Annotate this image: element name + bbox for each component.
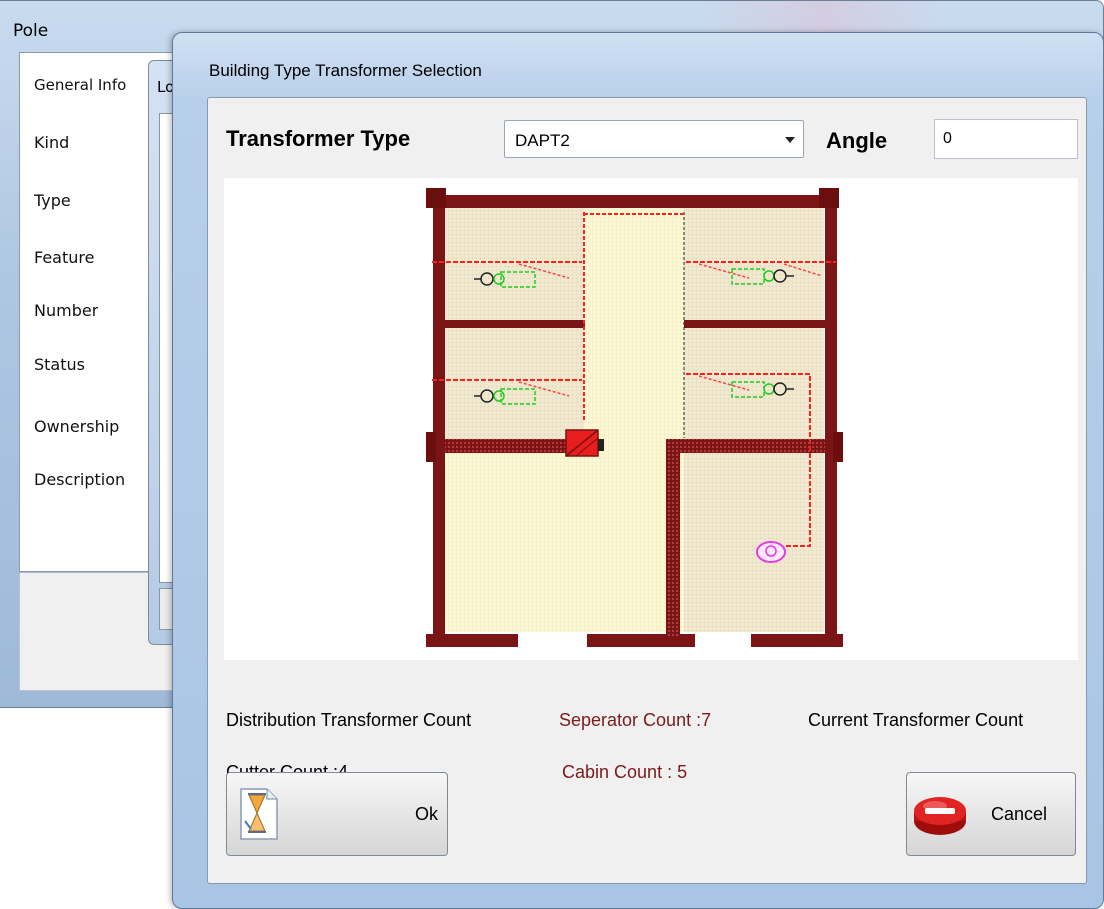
chevron-down-icon[interactable] bbox=[785, 137, 795, 143]
seperator-count: Seperator Count :7 bbox=[559, 710, 712, 730]
floor-plan-preview bbox=[224, 178, 1078, 660]
dialog-client-area: Transformer Type DAPT2 Angle 0 Distribut… bbox=[207, 97, 1087, 884]
pole-label-description: Description bbox=[34, 470, 126, 489]
pole-label-number: Number bbox=[34, 301, 99, 320]
pole-label-ownership: Ownership bbox=[34, 417, 120, 436]
dialog-title: Building Type Transformer Selection bbox=[209, 61, 482, 80]
transformer-type-value: DAPT2 bbox=[515, 131, 570, 150]
current-transformer-count: Current Transformer Count bbox=[808, 710, 1024, 730]
cabin-count: Cabin Count : 5 bbox=[562, 762, 688, 782]
cancel-button-label: Cancel bbox=[991, 804, 1048, 824]
pole-label-feature: Feature bbox=[34, 248, 95, 267]
red-no-entry-icon bbox=[914, 797, 966, 835]
ok-button[interactable]: Ok bbox=[226, 772, 448, 856]
document-hourglass-icon bbox=[240, 788, 278, 840]
floor-plan-drawing bbox=[426, 188, 843, 647]
ok-button-label: Ok bbox=[415, 804, 439, 824]
transformer-type-label: Transformer Type bbox=[226, 126, 411, 151]
transformer-selection-dialog: Building Type Transformer Selection Tran… bbox=[172, 32, 1104, 909]
cancel-button[interactable]: Cancel bbox=[906, 772, 1076, 856]
pole-window-title: Pole bbox=[13, 21, 49, 41]
pole-label-kind: Kind bbox=[34, 133, 70, 152]
pole-label-type: Type bbox=[34, 191, 71, 210]
transformer-type-select[interactable]: DAPT2 bbox=[504, 120, 804, 158]
pole-label-status: Status bbox=[34, 355, 85, 374]
distribution-transformer-count: Distribution Transformer Count bbox=[226, 710, 472, 730]
angle-input[interactable] bbox=[934, 119, 1078, 159]
pole-label-general-info: General Info bbox=[34, 76, 127, 94]
angle-label: Angle bbox=[826, 128, 888, 153]
